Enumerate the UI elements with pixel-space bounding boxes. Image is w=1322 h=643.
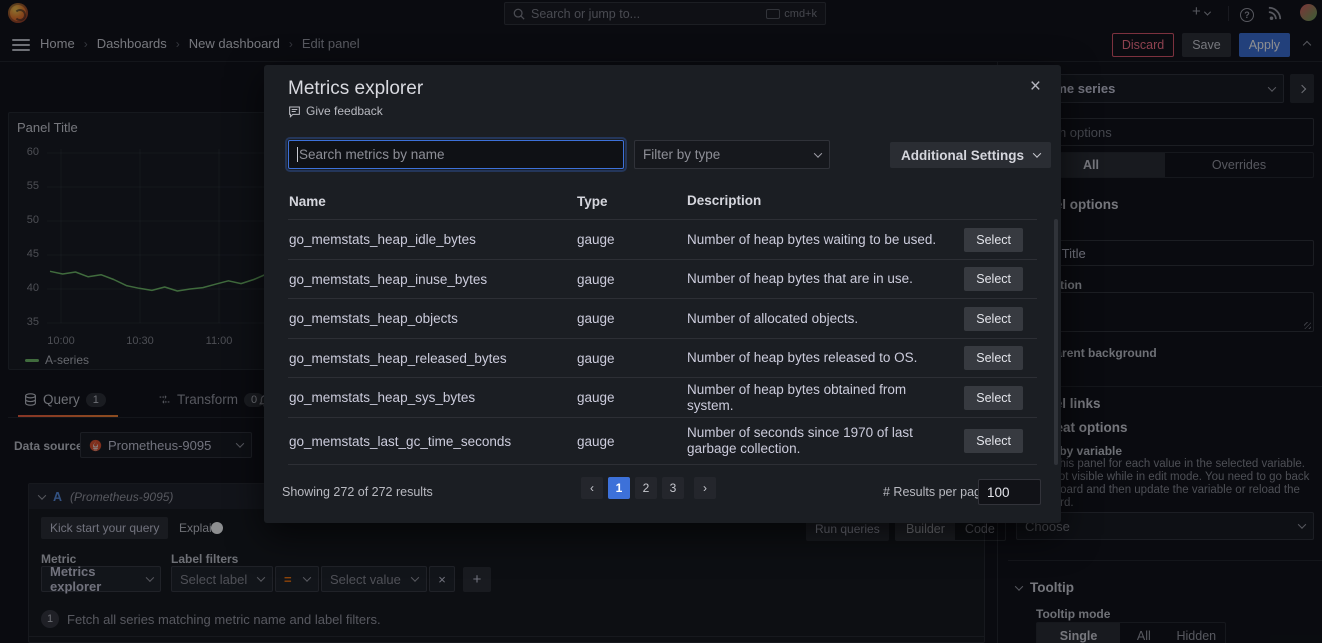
results-per-page-input[interactable]: 100 — [978, 479, 1041, 505]
metrics-search-input[interactable]: Search metrics by name — [288, 140, 624, 169]
metric-name: go_memstats_heap_sys_bytes — [289, 390, 475, 405]
page-button-3[interactable]: 3 — [662, 477, 684, 499]
results-summary: Showing 272 of 272 results — [282, 485, 433, 499]
page-button-1[interactable]: 1 — [608, 477, 630, 499]
prev-page-button[interactable]: ‹ — [581, 477, 603, 499]
select-metric-button[interactable]: Select — [964, 386, 1023, 410]
table-header-row: Name Type Description — [288, 183, 1037, 219]
metric-type: gauge — [577, 351, 615, 366]
pagination: ‹ 1 2 3 › — [581, 477, 716, 499]
metric-type: gauge — [577, 272, 615, 287]
metric-name: go_memstats_heap_inuse_bytes — [289, 272, 487, 287]
give-feedback-link[interactable]: Give feedback — [288, 104, 383, 118]
modal-scrollbar[interactable] — [1054, 219, 1058, 465]
metric-name: go_memstats_heap_objects — [289, 311, 458, 326]
metric-description: Number of seconds since 1970 of last gar… — [687, 425, 949, 457]
col-type-header: Type — [577, 194, 608, 209]
table-row: go_memstats_heap_objects gauge Number of… — [288, 298, 1037, 338]
close-icon[interactable]: × — [1030, 77, 1041, 97]
table-row: go_memstats_heap_sys_bytes gauge Number … — [288, 377, 1037, 417]
select-metric-button[interactable]: Select — [964, 228, 1023, 252]
results-per-page-label: # Results per page — [883, 485, 988, 499]
comment-icon — [288, 105, 301, 118]
table-row: go_memstats_heap_idle_bytes gauge Number… — [288, 219, 1037, 259]
next-page-button[interactable]: › — [694, 477, 716, 499]
metric-name: go_memstats_heap_idle_bytes — [289, 232, 476, 247]
additional-settings-button[interactable]: Additional Settings — [890, 142, 1051, 168]
metric-description: Number of heap bytes obtained from syste… — [687, 382, 949, 414]
select-metric-button[interactable]: Select — [964, 267, 1023, 291]
modal-title: Metrics explorer — [288, 78, 423, 100]
page-button-2[interactable]: 2 — [635, 477, 657, 499]
metric-name: go_memstats_heap_released_bytes — [289, 351, 507, 366]
select-metric-button[interactable]: Select — [964, 429, 1023, 453]
col-description-header: Description — [687, 193, 949, 209]
select-metric-button[interactable]: Select — [964, 346, 1023, 370]
col-name-header: Name — [289, 194, 326, 209]
filter-by-type-select[interactable]: Filter by type — [634, 140, 830, 169]
metric-type: gauge — [577, 390, 615, 405]
metric-type: gauge — [577, 311, 615, 326]
metric-type: gauge — [577, 232, 615, 247]
metric-description: Number of heap bytes released to OS. — [687, 350, 949, 366]
table-row: go_memstats_heap_released_bytes gauge Nu… — [288, 338, 1037, 377]
table-row: go_memstats_heap_inuse_bytes gauge Numbe… — [288, 259, 1037, 298]
metric-description: Number of heap bytes waiting to be used. — [687, 232, 949, 248]
metric-type: gauge — [577, 434, 615, 449]
table-row: go_memstats_last_gc_time_seconds gauge N… — [288, 417, 1037, 465]
metric-description: Number of allocated objects. — [687, 311, 949, 327]
metric-description: Number of heap bytes that are in use. — [687, 271, 949, 287]
grafana-app: Search or jump to... cmd+k + ? Home › Da… — [0, 0, 1322, 643]
metrics-explorer-modal: Metrics explorer × Give feedback Search … — [264, 65, 1061, 523]
metric-name: go_memstats_last_gc_time_seconds — [289, 434, 511, 449]
select-metric-button[interactable]: Select — [964, 307, 1023, 331]
